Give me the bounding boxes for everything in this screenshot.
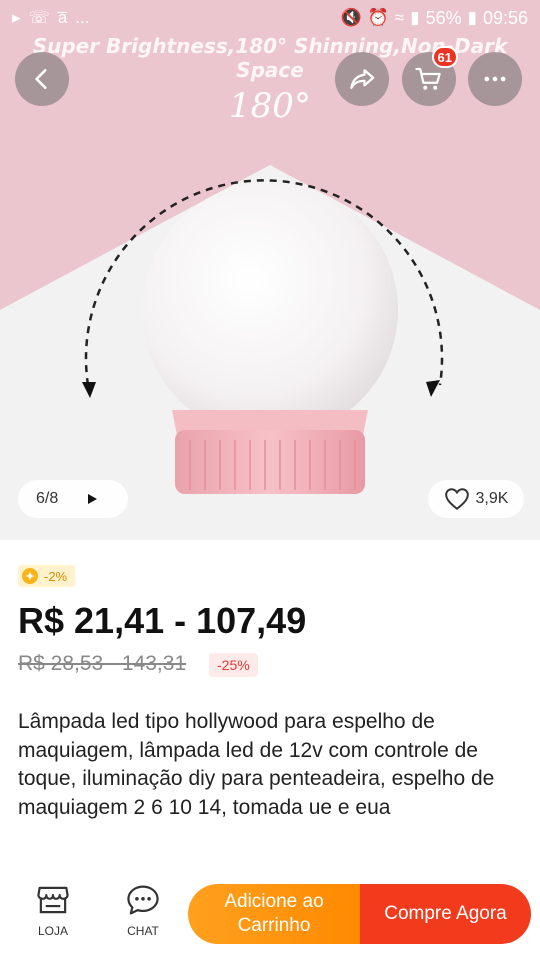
signal-icon: ▮ [410,8,420,27]
chat-icon [127,885,159,915]
heart-icon [444,488,469,510]
battery-icon: ▮ [467,8,477,27]
product-title: Lâmpada led tipo hollywood para espelho … [18,710,495,819]
store-button[interactable]: LOJA [18,884,88,938]
more-dots-icon: ... [75,8,90,27]
back-button[interactable] [15,52,69,106]
more-horizontal-icon [484,76,506,82]
buy-now-button[interactable]: Compre Agora [360,884,531,944]
coupon-text: -2% [44,568,68,584]
bottom-action-bar: LOJA CHAT Adicione ao Carrinho Compre Ag… [0,870,540,960]
store-icon [37,886,69,914]
share-button[interactable] [335,52,389,106]
play-icon [88,494,98,504]
share-icon [350,69,375,89]
original-price: R$ 28,53 - 143,31 [18,652,187,675]
battery-percent: 56% [425,7,462,28]
price: R$ 21,41 - 107,49 [18,600,307,641]
alarm-icon: ⏰ [367,8,389,27]
image-counter[interactable]: 6/8 [18,480,128,518]
chat-button[interactable]: CHAT [108,884,178,938]
like-count: 3,9K [475,490,509,507]
amazon-icon: a̅ [57,8,68,27]
chat-label: CHAT [127,924,159,938]
image-counter-text: 6/8 [36,490,59,507]
product-image-carousel[interactable]: Super Brightness,180° Shinning,Non-Dark … [0,0,540,540]
coin-icon: ✦ [22,568,38,584]
cart-icon [415,67,441,90]
coupon-tag[interactable]: ✦ -2% [18,565,76,587]
cart-button[interactable]: 61 [402,46,458,106]
whatsapp-icon: ☏ [28,8,50,27]
wifi-icon: ≈ [394,8,405,27]
more-options-button[interactable] [468,52,522,106]
play-arrow-icon: ▸ [12,8,21,27]
degree-label: 180° [229,86,311,126]
clock: 09:56 [482,7,528,28]
discount-badge: -25% [209,653,258,677]
add-to-cart-button[interactable]: Adicione ao Carrinho [188,884,360,944]
image-banner-text: Super Brightness,180° Shinning,Non-Dark … [32,34,508,82]
cart-count-badge: 61 [431,46,458,68]
mute-icon: 🔇 [340,8,362,27]
status-bar: ▸ ☏ a̅ ... 🔇 ⏰ ≈ ▮ 56% ▮ 09:56 [0,0,540,36]
like-button[interactable]: 3,9K [428,480,524,518]
cta-group: Adicione ao Carrinho Compre Agora [188,884,531,944]
chevron-left-icon [35,69,47,89]
store-label: LOJA [37,924,68,938]
